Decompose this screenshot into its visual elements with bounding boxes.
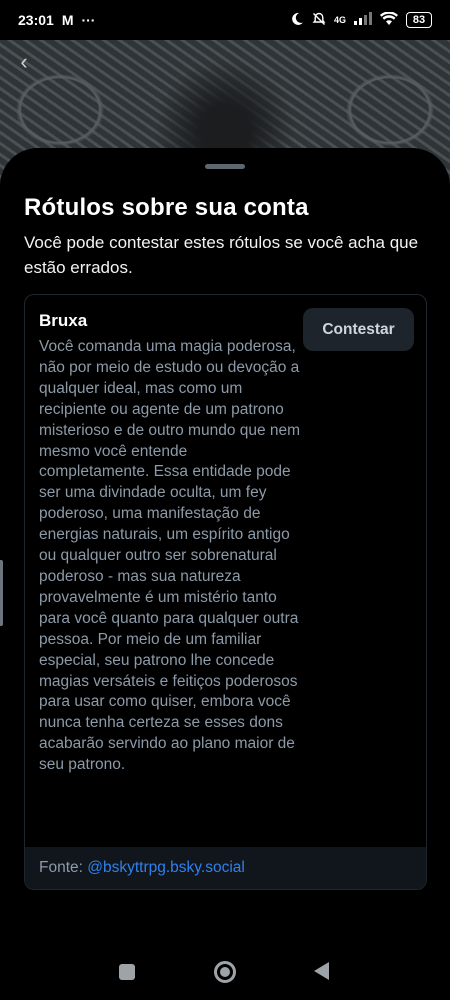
label-name: Bruxa [39,311,88,330]
labels-bottom-sheet: Rótulos sobre sua conta Você pode contes… [0,148,450,1000]
home-icon[interactable] [214,961,236,983]
source-prefix: Fonte: [39,859,88,876]
signal-icon [354,12,372,28]
sheet-title: Rótulos sobre sua conta [24,194,309,221]
label-card: Bruxa Contestar Você comanda uma magia p… [24,294,427,890]
status-time: 23:01 [18,12,54,28]
label-description: Você comanda uma magia poderosa, não por… [39,338,301,774]
sheet-drag-handle[interactable] [205,164,245,169]
wifi-icon [380,10,398,29]
status-left: 23:01 M ··· [18,12,95,28]
contest-button[interactable]: Contestar [303,308,414,351]
battery-icon: 83 [406,12,432,28]
network-type: 4G [333,15,346,25]
do-not-disturb-icon [290,12,304,29]
system-navigation-bar [0,940,450,1000]
sheet-subtitle: Você pode contestar estes rótulos se voc… [24,233,419,277]
recent-apps-icon[interactable] [119,964,135,980]
label-source: Fonte: @bskyttrpg.bsky.social [25,847,426,889]
back-arrow-icon[interactable]: ‹ [12,50,36,74]
status-right: 4G 83 [290,10,432,29]
back-triangle-icon[interactable] [314,962,329,980]
notifications-muted-icon [312,12,326,29]
source-handle-link[interactable]: @bskyttrpg.bsky.social [87,859,245,876]
more-notifications-icon: ··· [81,12,96,28]
edge-drag-handle[interactable] [0,560,3,626]
gmail-icon: M [61,12,74,28]
status-bar: 23:01 M ··· 4G 83 [0,0,450,40]
